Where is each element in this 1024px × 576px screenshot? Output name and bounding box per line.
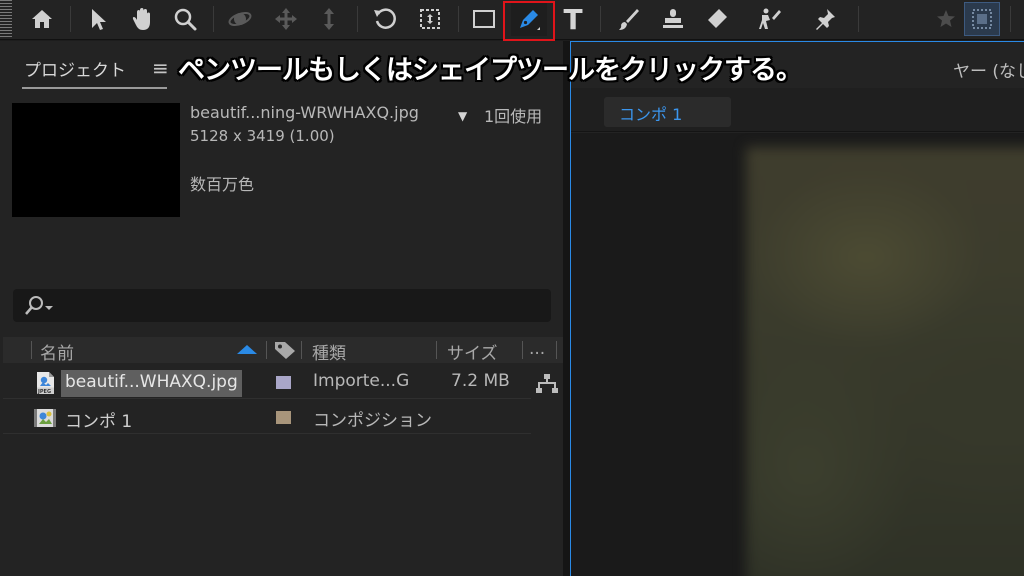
rectangle-tool[interactable] (466, 2, 502, 36)
column-divider[interactable] (301, 341, 302, 359)
tutorial-caption: ペンツールもしくはシェイプツールをクリックする。 (178, 55, 803, 86)
footage-name: beautif...ning-WRWHAXQ.jpg (190, 103, 419, 122)
column-divider[interactable] (436, 341, 437, 359)
item-name[interactable]: コンポ 1 (61, 405, 136, 432)
composition-tab-label: コンポ 1 (619, 105, 683, 124)
composition-viewer[interactable] (571, 133, 1024, 576)
toolbar-separator (1010, 6, 1011, 32)
tools-panel: T (0, 0, 1024, 41)
toolbar-separator (213, 6, 214, 32)
snapping-icon (972, 9, 992, 29)
pan-behind-tool[interactable] (412, 2, 448, 36)
item-type: Importe...G (313, 371, 410, 391)
roto-brush-icon (759, 8, 781, 29)
home-tool[interactable] (24, 2, 60, 36)
layer-panel-label[interactable]: ヤー (なし) (953, 57, 1024, 82)
column-name[interactable]: 名前 (40, 339, 74, 364)
hand-icon (132, 8, 150, 30)
type-icon: T (563, 2, 583, 36)
composition-tab-bar: コンポ 1 (571, 88, 1024, 132)
toolbar-separator (458, 6, 459, 32)
type-tool[interactable]: T (555, 2, 591, 36)
tab-composition-1[interactable]: コンポ 1 (604, 97, 731, 127)
project-tab-underline (22, 87, 167, 89)
pen-tool-highlight (503, 1, 555, 41)
toolbar-separator (858, 6, 859, 32)
sort-ascending-icon[interactable] (237, 345, 257, 354)
footage-dimensions: 5128 x 3419 (1.00) (190, 127, 335, 145)
puppet-pin-tool[interactable] (807, 2, 843, 36)
panel-menu-icon[interactable]: ≡ (152, 56, 169, 80)
composition-panel: ヤー (なし) コンポ 1 (570, 41, 1024, 576)
hand-tool[interactable] (124, 2, 160, 36)
orbit-camera-tool[interactable] (222, 2, 258, 36)
pan-camera-icon (275, 8, 297, 30)
clone-stamp-tool[interactable] (655, 2, 691, 36)
composition-icon (33, 406, 57, 430)
footage-usage: 1回使用 (484, 107, 543, 126)
footage-colors: 数百万色 (190, 175, 255, 194)
star-icon (937, 10, 955, 27)
selection-tool[interactable] (80, 2, 116, 36)
column-divider[interactable] (522, 341, 523, 359)
brush-tool[interactable] (610, 2, 646, 36)
project-list-header: 名前 種類 サイズ ... (3, 337, 563, 364)
project-item-composition[interactable]: コンポ 1 コンポジション (3, 402, 531, 434)
eraser-icon (708, 9, 727, 28)
item-size: 7.2 MB (451, 371, 510, 391)
roto-brush-tool[interactable] (752, 2, 788, 36)
toolbar-separator (70, 6, 71, 32)
toolbar-separator (357, 6, 358, 32)
toolbar-separator (600, 6, 601, 32)
rotate-tool[interactable] (367, 2, 403, 36)
home-icon (32, 10, 52, 28)
column-size[interactable]: サイズ (447, 339, 498, 364)
rectangle-icon (473, 10, 495, 28)
dolly-camera-tool[interactable] (311, 2, 347, 36)
dolly-camera-icon (324, 8, 334, 30)
project-item-jpeg[interactable]: JPEG beautif...WHAXQ.jpg Importe...G 7.2… (3, 367, 531, 399)
panel-splitter[interactable] (563, 41, 570, 576)
column-type[interactable]: 種類 (312, 339, 346, 364)
svg-text:JPEG: JPEG (37, 389, 51, 395)
toolbar-grip[interactable] (0, 0, 12, 38)
eraser-tool[interactable] (700, 2, 736, 36)
clone-stamp-icon (663, 9, 683, 28)
label-column-icon[interactable] (273, 340, 297, 360)
label-color-swatch[interactable] (276, 411, 291, 424)
orbit-camera-icon (228, 11, 252, 27)
item-type: コンポジション (313, 411, 432, 431)
pan-camera-tool[interactable] (268, 2, 304, 36)
flowchart-icon[interactable] (535, 373, 559, 395)
column-divider[interactable] (266, 341, 267, 359)
search-icon (25, 294, 65, 318)
snapping-toggle[interactable] (964, 2, 1000, 36)
star-tool[interactable] (928, 2, 964, 36)
footage-thumbnail (12, 103, 180, 217)
label-color-swatch[interactable] (276, 376, 291, 389)
column-more[interactable]: ... (529, 339, 545, 359)
brush-icon (619, 9, 639, 30)
rotate-icon (374, 8, 396, 29)
puppet-pin-icon (816, 9, 835, 30)
column-divider[interactable] (556, 341, 557, 359)
zoom-tool[interactable] (167, 2, 203, 36)
footage-dropdown-icon[interactable]: ▼ (458, 109, 467, 123)
project-search-input[interactable] (13, 289, 551, 322)
project-tab[interactable]: プロジェクト (24, 56, 126, 81)
composition-image (746, 147, 1024, 576)
item-name[interactable]: beautif...WHAXQ.jpg (61, 370, 242, 397)
selection-arrow-icon (92, 9, 106, 30)
jpeg-file-icon: JPEG (33, 371, 57, 395)
column-divider[interactable] (31, 341, 32, 359)
pan-behind-icon (420, 9, 440, 29)
zoom-icon (174, 8, 197, 31)
project-panel: プロジェクト ≡ beautif...ning-WRWHAXQ.jpg ▼ 1回… (0, 41, 563, 576)
